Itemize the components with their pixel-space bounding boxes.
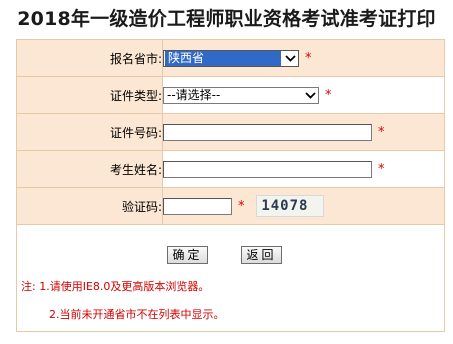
cert-no-label: 证件号码: bbox=[16, 113, 163, 151]
name-row: 考生姓名: * bbox=[16, 150, 445, 188]
note-line-1: 注: 1.请使用IE8.0及更高版本浏览器。 bbox=[21, 280, 210, 293]
cert-type-row: 证件类型: --请选择-- * bbox=[16, 76, 445, 114]
note-line-2: 2.当前未开通省市不在列表中显示。 bbox=[49, 308, 225, 321]
required-mark: * bbox=[325, 87, 332, 103]
captcha-row: 验证码: * 14078 bbox=[16, 187, 445, 225]
button-row: 确定 返回 bbox=[16, 220, 445, 272]
name-input[interactable] bbox=[163, 160, 372, 178]
name-label: 考生姓名: bbox=[16, 150, 163, 188]
admission-form: 报名省市: 陕西省 * 证件类型: --请选择-- * 证件号码: * 考生姓名… bbox=[16, 39, 445, 225]
cert-type-select[interactable]: --请选择-- bbox=[163, 86, 319, 104]
chevron-down-icon bbox=[282, 51, 298, 66]
required-mark: * bbox=[305, 50, 312, 66]
province-select[interactable]: 陕西省 bbox=[163, 49, 299, 67]
cert-no-input[interactable] bbox=[163, 123, 372, 141]
chevron-down-icon bbox=[302, 88, 318, 103]
captcha-image[interactable]: 14078 bbox=[256, 195, 325, 217]
captcha-label: 验证码: bbox=[16, 187, 163, 225]
page-title: 2018年一级造价工程师职业资格考试准考证打印 bbox=[17, 8, 436, 30]
cert-no-row: 证件号码: * bbox=[16, 113, 445, 151]
province-selected-value: 陕西省 bbox=[165, 50, 281, 66]
required-mark: * bbox=[378, 124, 385, 140]
captcha-text: 14078 bbox=[261, 198, 309, 214]
captcha-input[interactable] bbox=[163, 197, 232, 215]
confirm-button[interactable]: 确定 bbox=[167, 246, 208, 264]
required-mark: * bbox=[378, 161, 385, 177]
back-button[interactable]: 返回 bbox=[241, 246, 282, 264]
notes-panel: 注: 1.请使用IE8.0及更高版本浏览器。 2.当前未开通省市不在列表中显示。 bbox=[16, 272, 445, 332]
cert-type-label: 证件类型: bbox=[16, 76, 163, 114]
cert-type-selected-value: --请选择-- bbox=[167, 87, 221, 102]
required-mark: * bbox=[238, 198, 245, 214]
province-row: 报名省市: 陕西省 * bbox=[16, 39, 445, 77]
province-label: 报名省市: bbox=[16, 39, 163, 77]
